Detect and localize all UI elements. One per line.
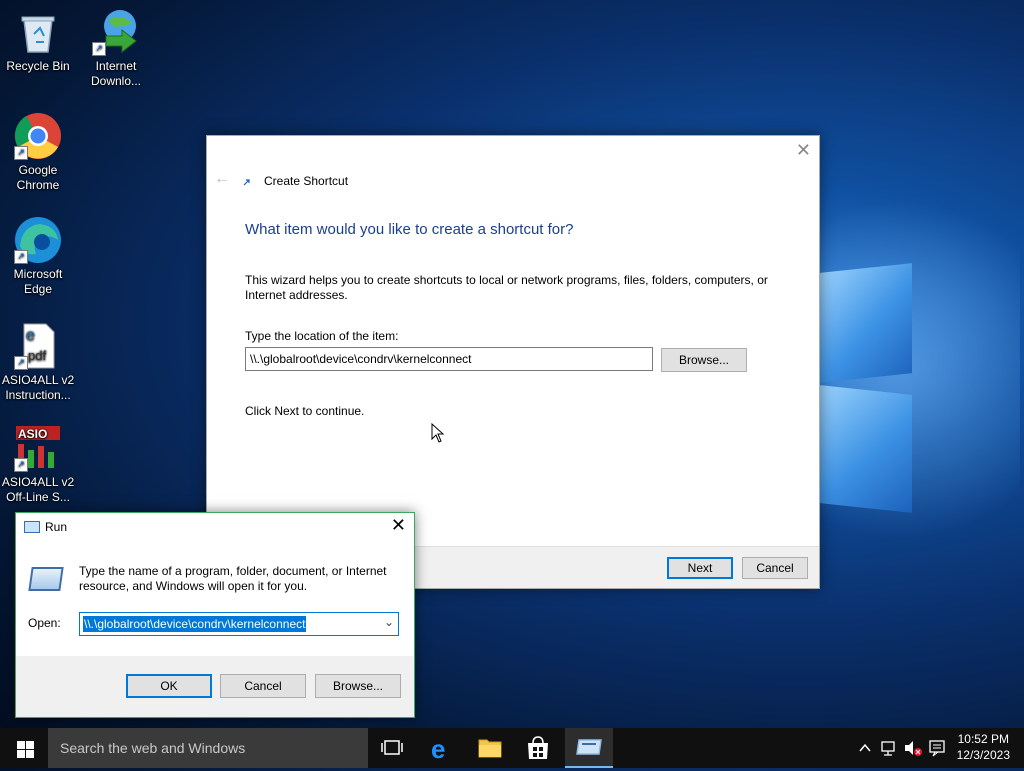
folder-icon xyxy=(478,739,502,758)
shortcut-arrow-icon: ↗ xyxy=(14,146,28,160)
run-icon xyxy=(576,739,602,755)
store-icon xyxy=(528,736,548,759)
taskbar-store-button[interactable] xyxy=(514,728,562,768)
windows-logo-part xyxy=(26,741,34,749)
windows-logo-part xyxy=(17,750,25,758)
svg-text:ASIO: ASIO xyxy=(18,427,47,441)
browse-button[interactable]: Browse... xyxy=(661,348,747,372)
task-view-icon xyxy=(381,740,403,755)
open-combobox[interactable]: \\.\globalroot\device\condrv\kernelconne… xyxy=(79,612,399,636)
shortcut-icon xyxy=(243,179,250,186)
recycle-bin-icon xyxy=(14,8,62,56)
wallpaper-logo-pane xyxy=(820,263,912,383)
shortcut-arrow-icon: ↗ xyxy=(14,458,28,472)
desktop-icon-label: Google Chrome xyxy=(16,163,60,192)
location-label: Type the location of the item: xyxy=(245,329,399,343)
clock-date: 12/3/2023 xyxy=(956,748,1010,762)
run-description: Type the name of a program, folder, docu… xyxy=(79,564,387,593)
back-arrow-icon[interactable]: ← xyxy=(214,170,230,188)
wizard-hint: Click Next to continue. xyxy=(245,404,365,418)
wizard-title: Create Shortcut xyxy=(264,174,349,188)
network-icon xyxy=(881,741,895,756)
close-icon[interactable]: ✕ xyxy=(796,140,811,161)
wizard-description: This wizard helps you to create shortcut… xyxy=(245,273,768,302)
taskbar-search-box[interactable]: Search the web and Windows xyxy=(48,728,368,768)
windows-logo-icon xyxy=(17,741,25,749)
edge-icon: e xyxy=(431,734,445,764)
action-center-button[interactable] xyxy=(927,728,947,768)
run-dialog: Run ✕ Type the name of a program, folder… xyxy=(15,512,415,718)
close-icon[interactable]: ✕ xyxy=(391,515,406,536)
windows-logo-part xyxy=(26,750,34,758)
network-tray-button[interactable] xyxy=(879,728,899,768)
run-large-icon xyxy=(28,567,64,591)
location-input[interactable]: \\.\globalroot\device\condrv\kernelconne… xyxy=(245,347,653,371)
volume-muted-icon xyxy=(905,741,922,756)
desktop-icon-asio4all-offline-setup[interactable]: ASIO ↗ ASIO4ALL v2 Off-Line S... xyxy=(0,424,78,505)
clock-time: 10:52 PM xyxy=(957,732,1009,746)
notification-icon xyxy=(929,740,945,757)
browse-button[interactable]: Browse... xyxy=(315,674,401,698)
cancel-button[interactable]: Cancel xyxy=(220,674,306,698)
taskbar-file-explorer-button[interactable] xyxy=(466,728,514,768)
shortcut-arrow-icon: ↗ xyxy=(14,250,28,264)
taskbar-run-button[interactable] xyxy=(565,728,613,768)
run-footer: OK Cancel Browse... xyxy=(16,656,414,717)
desktop-icon-label: ASIO4ALL v2 Instruction... xyxy=(1,373,75,402)
mouse-cursor-icon xyxy=(431,423,445,443)
open-input-selected-text[interactable]: \\.\globalroot\device\condrv\kernelconne… xyxy=(83,616,307,632)
taskbar-clock[interactable]: 10:52 PM 12/3/2023 xyxy=(957,731,1010,763)
shortcut-arrow-icon: ↗ xyxy=(14,356,28,370)
desktop-icon-microsoft-edge[interactable]: ↗ Microsoft Edge xyxy=(0,216,78,297)
cancel-button[interactable]: Cancel xyxy=(742,557,808,579)
desktop-icon-asio4all-instructions[interactable]: e pdf ↗ ASIO4ALL v2 Instruction... xyxy=(0,322,78,403)
chevron-down-icon[interactable]: ⌄ xyxy=(384,615,394,629)
desktop-icon-label: Microsoft Edge xyxy=(13,267,63,296)
svg-text:e: e xyxy=(431,734,445,764)
pdf-document-icon: e pdf ↗ xyxy=(14,322,62,370)
volume-tray-button[interactable] xyxy=(902,728,924,768)
desktop-icon-label: ASIO4ALL v2 Off-Line S... xyxy=(1,475,75,504)
desktop-icon-recycle-bin[interactable]: Recycle Bin xyxy=(0,8,78,74)
start-button[interactable] xyxy=(0,728,48,768)
run-icon xyxy=(24,521,40,533)
desktop-icon-label: Recycle Bin xyxy=(6,59,70,73)
run-titlebar[interactable]: Run ✕ xyxy=(16,513,414,541)
desktop-icon-google-chrome[interactable]: ↗ Google Chrome xyxy=(0,112,78,193)
asio4all-icon: ASIO ↗ xyxy=(14,424,62,472)
edge-icon: ↗ xyxy=(14,216,62,264)
desktop-icon-internet-download-manager[interactable]: ↗ Internet Downlo... xyxy=(76,8,156,89)
internet-download-manager-icon: ↗ xyxy=(92,8,140,56)
run-title: Run xyxy=(45,520,68,534)
desktop-icon-label: Internet Downlo... xyxy=(90,59,142,88)
ok-button[interactable]: OK xyxy=(126,674,212,698)
shortcut-arrow-icon: ↗ xyxy=(92,42,106,56)
open-label: Open: xyxy=(28,616,61,630)
show-hidden-icons-button[interactable] xyxy=(856,728,874,768)
taskbar-edge-button[interactable]: e xyxy=(418,728,466,768)
chrome-icon: ↗ xyxy=(14,112,62,160)
svg-text:e: e xyxy=(26,327,35,344)
svg-text:pdf: pdf xyxy=(28,348,46,363)
chevron-up-icon xyxy=(859,743,871,752)
wallpaper-logo-pane xyxy=(820,385,912,513)
wizard-heading: What item would you like to create a sho… xyxy=(245,221,574,238)
task-view-button[interactable] xyxy=(368,728,416,768)
taskbar: Search the web and Windows e 10:52 PM 12… xyxy=(0,728,1024,768)
next-button[interactable]: Next xyxy=(667,557,733,579)
